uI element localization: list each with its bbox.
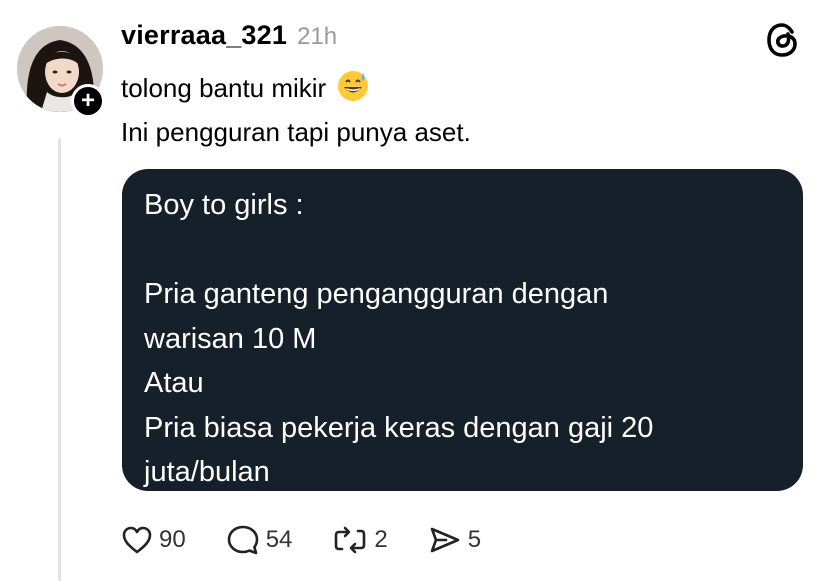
post-header: vierraaa_321 21h [121, 20, 337, 60]
post-text-line-1: tolong bantu mikir [121, 68, 370, 109]
username[interactable]: vierraaa_321 [121, 20, 287, 51]
share-button[interactable]: 5 [428, 525, 481, 555]
repost-icon [332, 525, 368, 555]
quote-line: juta/bulan [144, 456, 270, 488]
quote-line: Atau [144, 367, 204, 399]
grinning-face-with-sweat-icon [336, 68, 370, 109]
threads-logo-icon[interactable] [766, 22, 800, 58]
timestamp: 21h [297, 23, 338, 50]
quote-line [144, 228, 781, 273]
comment-count: 54 [265, 526, 293, 553]
quote-line: Boy to girls : [144, 189, 304, 221]
comment-bubble-icon [226, 524, 260, 556]
quote-line: Pria biasa pekerja keras dengan gaji 20 [144, 411, 654, 444]
heart-icon [121, 525, 153, 555]
repost-count: 2 [374, 526, 388, 553]
post-text: tolong bantu mikir [121, 73, 327, 103]
follow-button[interactable]: + [71, 84, 105, 118]
quoted-image-card[interactable]: Boy to girls : Pria ganteng pengangguran… [122, 169, 803, 491]
like-button[interactable]: 90 [121, 525, 186, 555]
post-text-line-2: Ini pengguran tapi punya aset. [121, 117, 471, 147]
comment-button[interactable]: 54 [226, 524, 293, 556]
like-count: 90 [159, 526, 186, 553]
send-icon [428, 525, 462, 555]
share-count: 5 [467, 526, 482, 553]
plus-icon: + [80, 87, 95, 114]
repost-button[interactable]: 2 [332, 525, 388, 555]
quote-line: Pria ganteng pengangguran dengan [144, 278, 609, 310]
thread-line [58, 138, 61, 581]
quote-line: warisan 10 M [144, 322, 317, 355]
action-bar: 90 54 2 5 [121, 520, 521, 560]
